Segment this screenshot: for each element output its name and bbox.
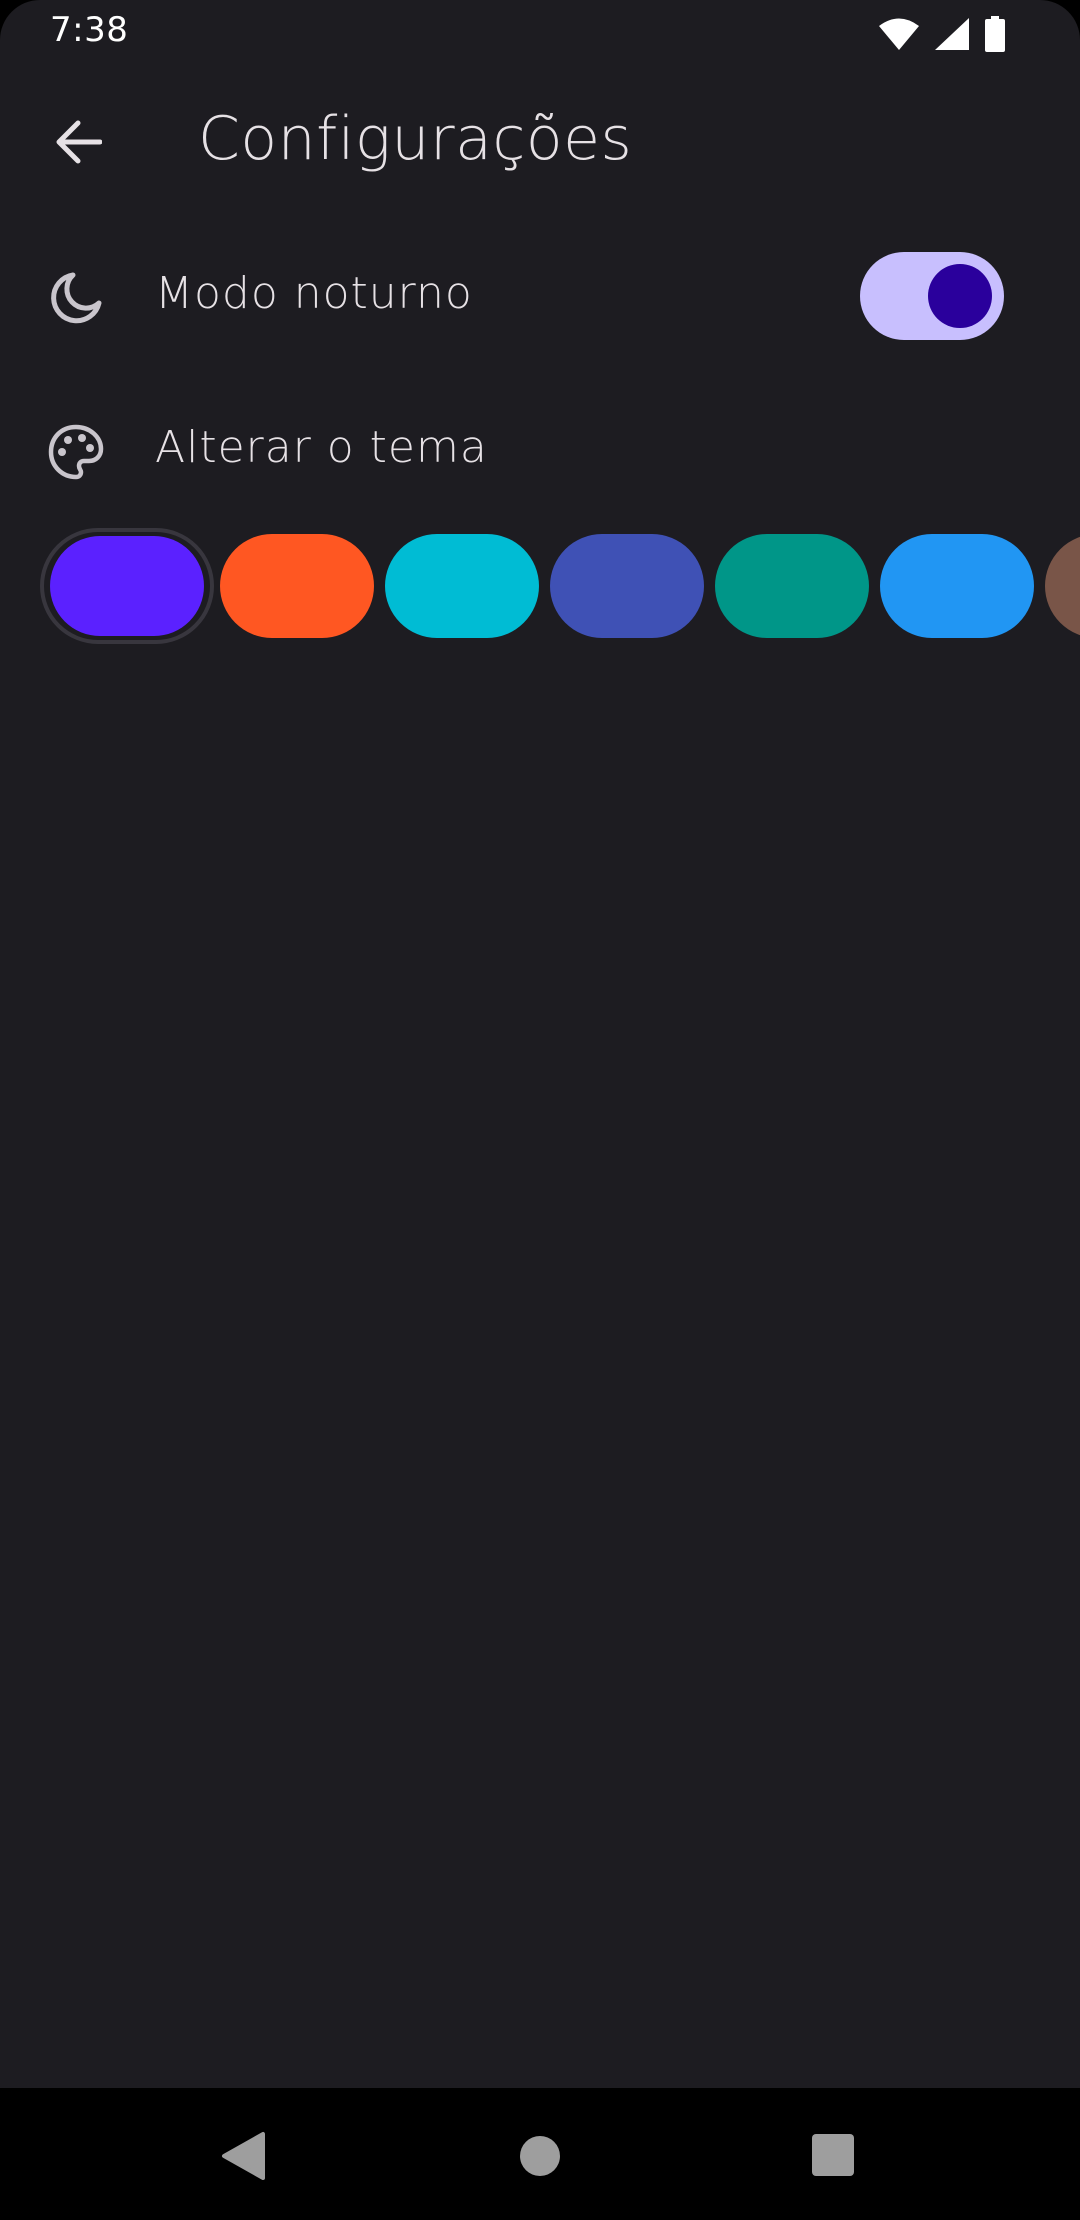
change-theme-label: Alterar o tema (155, 422, 488, 473)
theme-swatch-3[interactable] (550, 534, 704, 638)
theme-swatch-list (0, 524, 1080, 648)
switch-thumb (928, 264, 992, 328)
palette-icon (46, 422, 106, 482)
settings-screen: 7:38 Configurações Modo noturno Alterar … (0, 0, 1080, 2220)
night-mode-label: Modo noturno (155, 268, 473, 319)
theme-swatch-0[interactable] (50, 536, 204, 636)
app-bar: Configurações (0, 92, 1080, 192)
theme-swatch-5[interactable] (880, 534, 1034, 638)
theme-swatch-2[interactable] (385, 534, 539, 638)
night-mode-switch[interactable] (860, 252, 1004, 340)
battery-icon (985, 16, 1005, 52)
nav-recents-icon[interactable] (806, 2128, 862, 2184)
moon-icon (46, 268, 106, 328)
cell-signal-icon (935, 18, 969, 50)
theme-swatch-4[interactable] (715, 534, 869, 638)
back-button[interactable] (42, 112, 114, 172)
page-title: Configurações (198, 104, 633, 174)
nav-home-icon[interactable] (512, 2128, 568, 2184)
status-icons (878, 16, 1006, 52)
navigation-bar (0, 2088, 1080, 2220)
status-time: 7:38 (50, 10, 129, 50)
theme-swatch-1[interactable] (220, 534, 374, 638)
night-mode-row[interactable]: Modo noturno (0, 236, 1080, 356)
theme-swatch-6[interactable] (1045, 534, 1080, 638)
status-bar: 7:38 (0, 0, 1080, 66)
change-theme-row[interactable]: Alterar o tema (0, 390, 1080, 510)
wifi-icon (879, 18, 919, 50)
arrow-back-icon (56, 120, 102, 164)
nav-back-icon[interactable] (218, 2128, 274, 2184)
